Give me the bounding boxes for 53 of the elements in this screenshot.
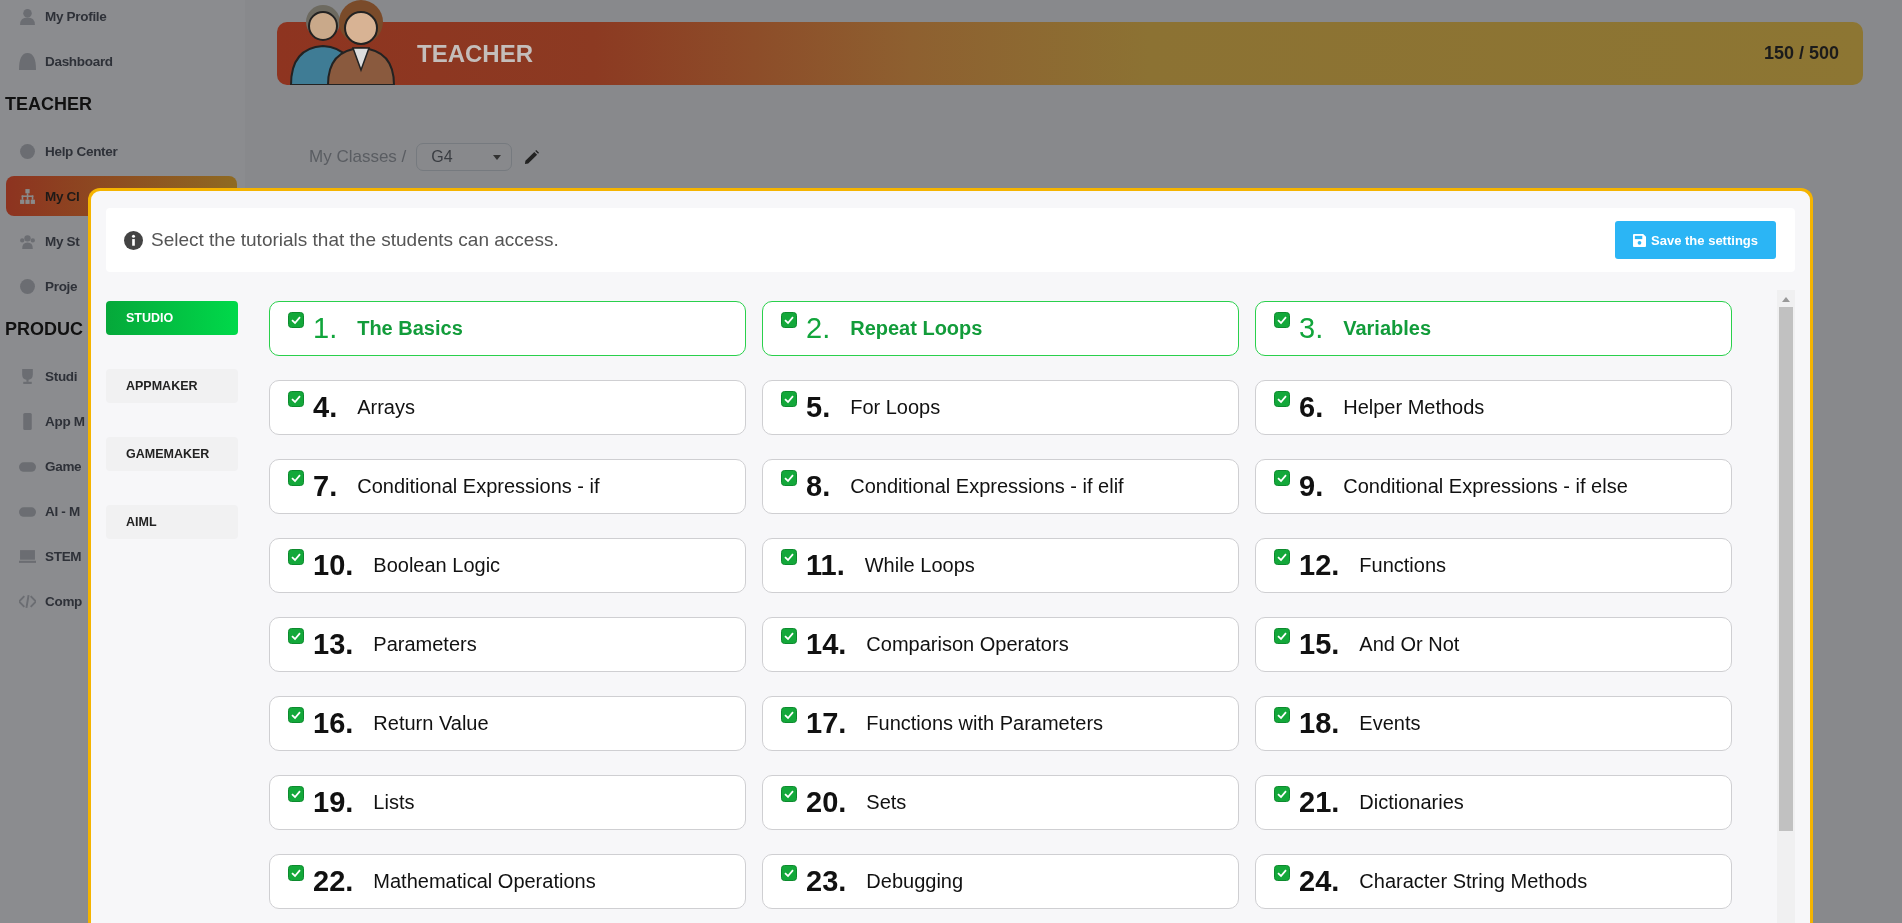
tutorial-title: While Loops — [864, 554, 975, 577]
tutorial-title: Arrays — [357, 396, 415, 419]
tutorial-number: 20. — [806, 786, 847, 819]
tutorial-number: 19. — [313, 786, 354, 819]
tutorial-number: 11. — [806, 549, 845, 582]
section-heading: TEACHER — [5, 92, 92, 116]
tutorial-number: 16. — [313, 707, 354, 740]
tutorial-number: 17. — [806, 707, 847, 740]
tutorial-title: For Loops — [850, 396, 941, 419]
tutorial-title: The Basics — [357, 317, 463, 340]
tutorial-number: 18. — [1299, 707, 1340, 740]
tutorial-title: And Or Not — [1359, 633, 1460, 656]
tutorial-title: Boolean Logic — [373, 554, 501, 577]
tutorial-title: Mathematical Operations — [373, 870, 596, 893]
tutorial-number: 2. — [806, 312, 831, 345]
tutorial-number: 10. — [313, 549, 354, 582]
tutorial-title: Conditional Expressions - if — [357, 475, 600, 498]
tutorial-title: Variables — [1343, 317, 1432, 340]
tutorial-number: 1. — [313, 312, 338, 345]
banner-title: TEACHER — [417, 39, 534, 68]
tutorial-number: 23. — [806, 865, 847, 898]
tutorial-title: Character String Methods — [1359, 870, 1588, 893]
tutorial-number: 21. — [1299, 786, 1340, 819]
tutorial-number: 9. — [1299, 470, 1324, 503]
info-text: Select the tutorials that the students can access. — [151, 229, 559, 251]
tutorial-title: Repeat Loops — [850, 317, 983, 340]
tutorial-title: Functions — [1359, 554, 1447, 577]
tutorial-number: 7. — [313, 470, 338, 503]
tutorial-title: Parameters — [373, 633, 477, 656]
tutorial-number: 22. — [313, 865, 354, 898]
tutorial-number: 12. — [1299, 549, 1340, 582]
tutorial-title: Events — [1359, 712, 1421, 735]
tutorial-number: 13. — [313, 628, 354, 661]
tutorial-title: Lists — [373, 791, 415, 814]
tutorial-title: Helper Methods — [1343, 396, 1485, 419]
tutorial-title: Sets — [866, 791, 907, 814]
tutorial-title: Comparison Operators — [866, 633, 1069, 656]
tutorial-title: Debugging — [866, 870, 964, 893]
score-text: 150 / 500 — [1763, 43, 1839, 64]
section-heading: PRODUC — [5, 317, 83, 341]
tutorial-title: Conditional Expressions - if elif — [850, 475, 1124, 498]
tutorial-title: Dictionaries — [1359, 791, 1464, 814]
tutorial-number: 5. — [806, 391, 831, 424]
tutorial-number: 3. — [1299, 312, 1324, 345]
tutorial-number: 24. — [1299, 865, 1340, 898]
tutorial-number: 15. — [1299, 628, 1340, 661]
tutorial-title: Conditional Expressions - if else — [1343, 475, 1628, 498]
tutorial-title: Functions with Parameters — [866, 712, 1104, 735]
tutorial-number: 6. — [1299, 391, 1324, 424]
tutorial-number: 14. — [806, 628, 847, 661]
tutorial-number: 4. — [313, 391, 338, 424]
tutorial-title: Return Value — [373, 712, 489, 735]
tutorial-number: 8. — [806, 470, 831, 503]
